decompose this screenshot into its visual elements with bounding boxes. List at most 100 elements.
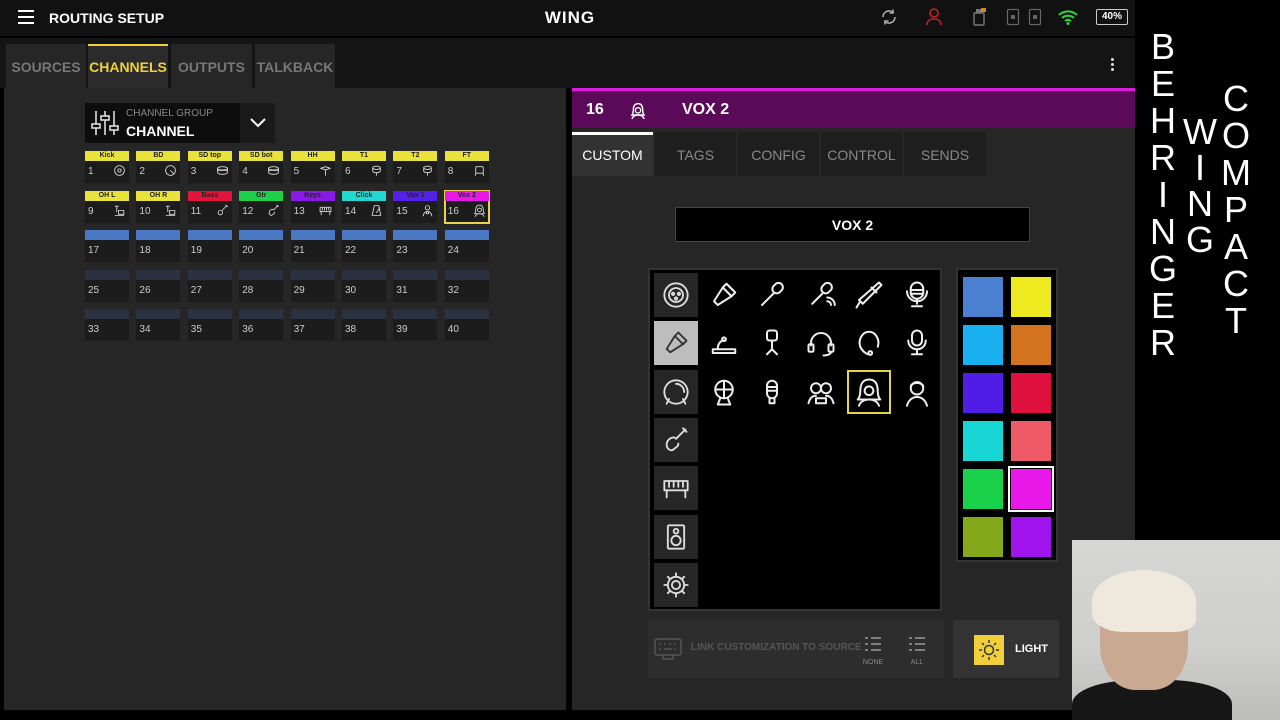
channel-cell-27[interactable]: 27 <box>187 269 232 302</box>
channel-cell-5[interactable]: HH 5 <box>290 151 335 183</box>
tab-sends[interactable]: SENDS <box>904 132 986 176</box>
color-swatch-2[interactable] <box>1011 277 1051 317</box>
category-drum-icon[interactable] <box>654 369 698 414</box>
channel-cell-3[interactable]: SD top 3 <box>187 151 232 183</box>
xlr-icon <box>662 281 690 309</box>
color-swatch-1[interactable] <box>963 277 1003 317</box>
channel-cell-9[interactable]: OH L 9 <box>85 190 129 223</box>
color-swatch-7[interactable] <box>963 421 1003 461</box>
channel-cell-33[interactable]: 33 <box>85 309 129 341</box>
tab-tags[interactable]: TAGS <box>655 132 736 176</box>
channel-cell-10[interactable]: OH R 10 <box>136 190 181 223</box>
channel-cell-31[interactable]: 31 <box>393 269 438 302</box>
tab-control[interactable]: CONTROL <box>821 132 902 176</box>
channel-cell-21[interactable]: 21 <box>290 230 335 262</box>
icon-option-ribbon-mic[interactable] <box>750 370 794 414</box>
color-swatch-3[interactable] <box>963 325 1003 365</box>
user-icon[interactable] <box>926 8 942 26</box>
link-none-button[interactable]: NONE <box>858 636 888 672</box>
channel-cell-12[interactable]: Gtr 12 <box>239 190 284 223</box>
icon-option-lavalier-mic[interactable] <box>847 321 891 365</box>
color-swatch-10[interactable] <box>1008 466 1054 512</box>
channel-cell-15[interactable]: Vox 1 15 <box>393 190 438 223</box>
icon-option-speech-mic[interactable] <box>702 370 746 414</box>
channel-number: 34 <box>139 324 151 335</box>
channel-number: 35 <box>190 324 202 335</box>
channel-cell-17[interactable]: 17 <box>85 230 129 262</box>
hihat-icon <box>319 164 332 177</box>
icon-option-podium-mic[interactable] <box>750 321 794 365</box>
channel-cell-2[interactable]: BD 2 <box>136 151 181 183</box>
channel-cell-18[interactable]: 18 <box>136 230 181 262</box>
color-swatch-9[interactable] <box>963 469 1003 509</box>
channel-cell-8[interactable]: FT 8 <box>444 151 489 183</box>
channel-cell-38[interactable]: 38 <box>342 309 386 341</box>
channel-cell-39[interactable]: 39 <box>393 309 438 341</box>
channel-group-select[interactable]: CHANNEL GROUP CHANNEL <box>85 103 275 143</box>
channel-cell-13[interactable]: Keys 13 <box>290 190 335 223</box>
channel-cell-6[interactable]: T1 6 <box>342 151 386 183</box>
channel-cell-24[interactable]: 24 <box>444 230 489 262</box>
channel-cell-36[interactable]: 36 <box>239 309 284 341</box>
category-guitar-icon[interactable] <box>654 417 698 462</box>
channel-cell-34[interactable]: 34 <box>136 309 181 341</box>
channel-name-input[interactable] <box>675 207 1030 242</box>
icon-option-duet-singers[interactable] <box>799 370 843 414</box>
color-swatch-12[interactable] <box>1011 517 1051 557</box>
channel-cell-7[interactable]: T2 7 <box>393 151 438 183</box>
icon-option-wireless-mic[interactable] <box>799 273 843 317</box>
link-customization-button[interactable]: LINK CUSTOMIZATION TO SOURCE <box>653 631 862 667</box>
color-swatch-11[interactable] <box>963 517 1003 557</box>
singer-female-icon <box>630 102 646 120</box>
channel-cell-29[interactable]: 29 <box>290 269 335 302</box>
category-xlr-icon[interactable] <box>654 273 698 317</box>
channel-cell-30[interactable]: 30 <box>342 269 386 302</box>
channel-cell-35[interactable]: 35 <box>187 309 232 341</box>
tab-custom[interactable]: CUSTOM <box>572 132 653 176</box>
link-all-button[interactable]: ALL <box>902 636 932 672</box>
channel-cell-32[interactable]: 32 <box>444 269 489 302</box>
icon-option-singer-male[interactable] <box>895 370 939 414</box>
channel-cell-22[interactable]: 22 <box>342 230 386 262</box>
category-gear-icon[interactable] <box>654 562 698 607</box>
icon-option-tube-mic[interactable] <box>895 321 939 365</box>
channel-cell-20[interactable]: 20 <box>239 230 284 262</box>
handheld-mic-icon <box>709 280 739 310</box>
channel-cell-40[interactable]: 40 <box>444 309 489 341</box>
sync-icon[interactable] <box>880 8 898 26</box>
more-options-icon[interactable] <box>1108 58 1116 74</box>
category-keyboard-icon[interactable] <box>654 466 698 511</box>
channel-cell-25[interactable]: 25 <box>85 269 129 302</box>
tab-talkback[interactable]: TALKBACK <box>255 44 335 88</box>
icon-option-shotgun-mic[interactable] <box>847 273 891 317</box>
color-swatch-8[interactable] <box>1011 421 1051 461</box>
channel-cell-16[interactable]: Vox 2 16 <box>443 189 490 224</box>
icon-option-studio-mic[interactable] <box>895 273 939 317</box>
tab-outputs[interactable]: OUTPUTS <box>171 44 252 88</box>
channel-cell-37[interactable]: 37 <box>290 309 335 341</box>
drum-icon <box>662 378 690 406</box>
channel-cell-19[interactable]: 19 <box>187 230 232 262</box>
color-swatch-6[interactable] <box>1011 373 1051 413</box>
channel-cell-28[interactable]: 28 <box>239 269 284 302</box>
icon-option-boundary-mic[interactable] <box>702 321 746 365</box>
icon-option-condenser-mic[interactable] <box>750 273 794 317</box>
icon-option-singer-female[interactable] <box>846 369 891 414</box>
category-speaker-icon[interactable] <box>654 514 698 559</box>
channel-cell-23[interactable]: 23 <box>393 230 438 262</box>
channel-cell-11[interactable]: Bass 11 <box>187 190 232 223</box>
category-microphone-icon[interactable] <box>654 321 698 366</box>
color-swatch-4[interactable] <box>1011 325 1051 365</box>
icon-option-headset-mic[interactable] <box>799 321 843 365</box>
channel-cell-26[interactable]: 26 <box>136 269 181 302</box>
tab-config[interactable]: CONFIG <box>738 132 819 176</box>
light-button[interactable]: LIGHT <box>953 620 1059 678</box>
channel-cell-14[interactable]: Click 14 <box>342 190 386 223</box>
color-swatch-5[interactable] <box>963 373 1003 413</box>
channel-cell-4[interactable]: SD bot 4 <box>239 151 284 183</box>
tab-channels[interactable]: CHANNELS <box>88 44 168 88</box>
chevron-down-icon[interactable] <box>240 103 275 143</box>
icon-option-handheld-mic[interactable] <box>702 273 746 317</box>
channel-cell-1[interactable]: Kick 1 <box>85 151 129 183</box>
tab-sources[interactable]: SOURCES <box>6 44 86 88</box>
